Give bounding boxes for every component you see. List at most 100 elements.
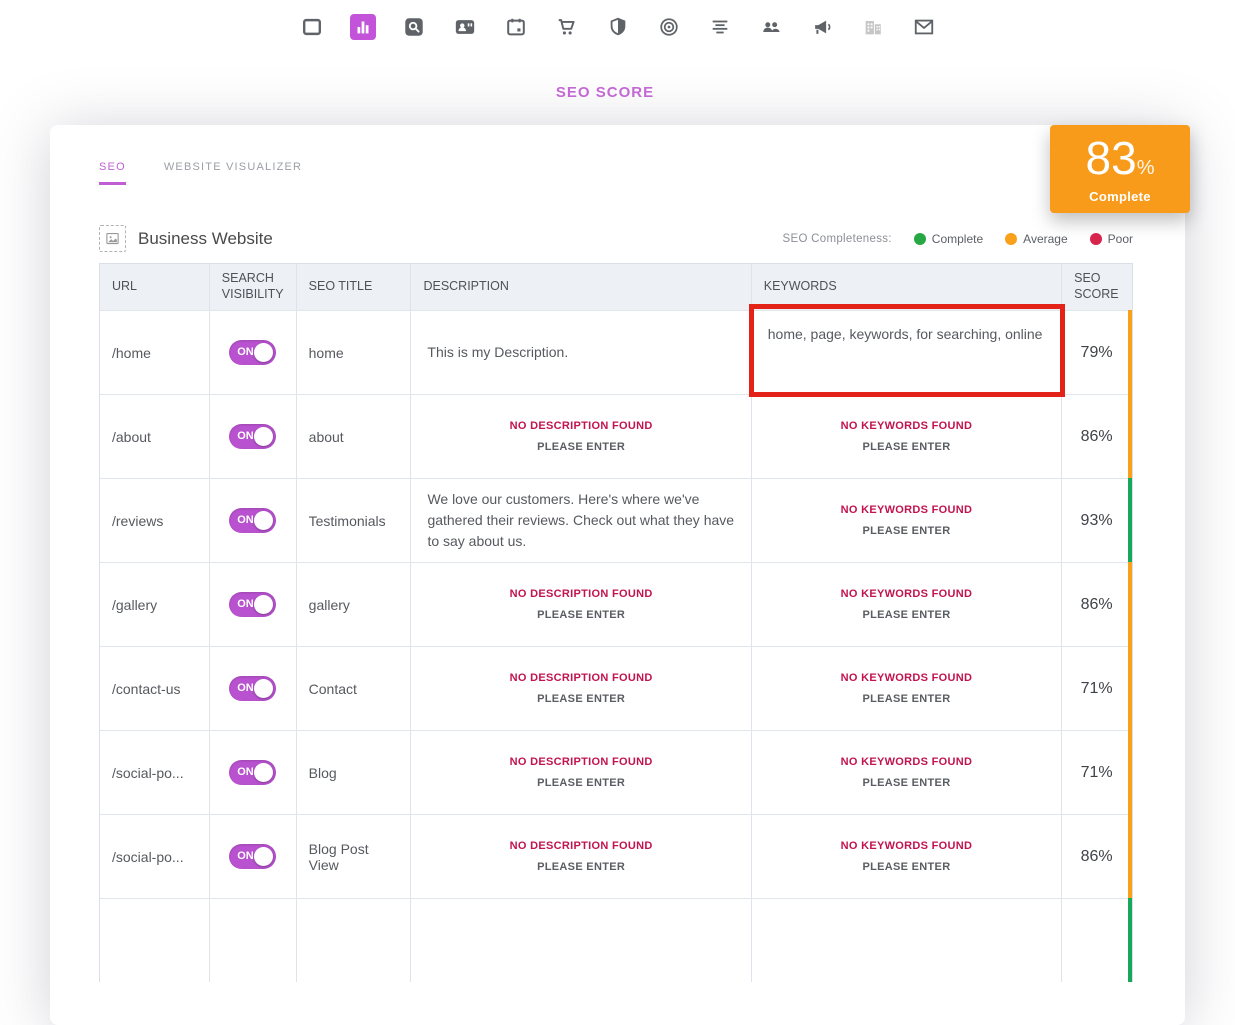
building-icon[interactable]	[860, 14, 886, 40]
marketing-megaphone-icon[interactable]	[809, 14, 835, 40]
visibility-toggle[interactable]: ON	[229, 844, 277, 869]
seo-score-cell: 86%	[1062, 815, 1133, 898]
seo-title-cell[interactable]: Blog	[297, 731, 412, 814]
security-shield-icon[interactable]	[605, 14, 631, 40]
badge-label: Complete	[1089, 189, 1151, 204]
tab-seo[interactable]: SEO	[99, 161, 126, 185]
table-row: /about ON about NO DESCRIPTION FOUND PLE…	[100, 394, 1133, 478]
seo-title-cell[interactable]: gallery	[297, 563, 412, 646]
toggle-knob	[254, 595, 274, 614]
legend-item-complete: Complete	[913, 232, 983, 246]
seo-title-cell[interactable]: Testimonials	[297, 479, 412, 562]
card-tabs: SEO WEBSITE VISUALIZER	[99, 161, 302, 185]
score-color-bar	[1128, 898, 1132, 982]
header-visibility: SEARCH VISIBILITY	[210, 264, 297, 310]
table-row: /gallery ON gallery NO DESCRIPTION FOUND…	[100, 562, 1133, 646]
visibility-toggle[interactable]: ON	[229, 760, 277, 785]
analytics-icon[interactable]	[349, 14, 376, 40]
site-title: Business Website	[138, 228, 273, 248]
score-color-bar	[1128, 814, 1132, 898]
seo-card: 83% Complete SEO WEBSITE VISUALIZER Busi…	[50, 125, 1190, 1025]
legend-caption: SEO Completeness:	[782, 232, 892, 245]
calendar-icon[interactable]	[503, 14, 529, 40]
seo-score-cell: 86%	[1062, 395, 1133, 478]
description-cell-empty[interactable]: NO DESCRIPTION FOUND PLEASE ENTER	[411, 395, 752, 478]
score-color-bar	[1128, 646, 1132, 730]
seo-title-cell[interactable]: home	[297, 311, 412, 394]
average-dot	[1005, 232, 1018, 245]
seo-title-cell[interactable]: Contact	[297, 647, 412, 730]
description-cell-empty[interactable]: NO DESCRIPTION FOUND PLEASE ENTER	[411, 731, 752, 814]
visibility-toggle[interactable]: ON	[229, 424, 277, 449]
store-cart-icon[interactable]	[554, 14, 580, 40]
visibility-cell: ON	[210, 563, 297, 646]
toggle-knob	[254, 679, 274, 698]
site-name: Business Website	[99, 225, 273, 252]
seo-score-cell: 71%	[1062, 647, 1133, 730]
site-thumbnail-icon	[99, 225, 126, 252]
visibility-toggle[interactable]: ON	[229, 340, 277, 365]
description-cell[interactable]	[411, 899, 752, 982]
table-row: /home ON home This is my Description. ho…	[100, 310, 1132, 394]
visibility-toggle[interactable]: ON	[229, 508, 277, 533]
tab-website-visualizer[interactable]: WEBSITE VISUALIZER	[164, 161, 302, 185]
completeness-badge: 83% Complete	[1050, 125, 1190, 213]
seo-search-icon[interactable]	[401, 14, 427, 40]
seo-title-cell[interactable]: Blog Post View	[297, 815, 412, 898]
url-cell: /gallery	[100, 563, 210, 646]
keywords-cell[interactable]: home, page, keywords, for searching, onl…	[752, 311, 1063, 394]
url-cell	[100, 899, 210, 982]
score-color-bar	[1128, 730, 1132, 814]
table-row: /contact-us ON Contact NO DESCRIPTION FO…	[100, 646, 1133, 730]
table-row	[100, 898, 1133, 982]
toggle-knob	[254, 763, 274, 782]
poor-dot	[1089, 232, 1102, 245]
keywords-cell-empty[interactable]: NO KEYWORDS FOUND PLEASE ENTER	[752, 815, 1063, 898]
keywords-cell-empty[interactable]: NO KEYWORDS FOUND PLEASE ENTER	[752, 563, 1063, 646]
keywords-cell-empty[interactable]: NO KEYWORDS FOUND PLEASE ENTER	[752, 647, 1063, 730]
url-cell: /reviews	[100, 479, 210, 562]
legend-item-poor: Poor	[1089, 232, 1133, 246]
table-header: URL SEARCH VISIBILITY SEO TITLE DESCRIPT…	[100, 264, 1132, 310]
visibility-toggle[interactable]: ON	[229, 592, 277, 617]
keywords-cell-empty[interactable]: NO KEYWORDS FOUND PLEASE ENTER	[752, 395, 1063, 478]
email-icon[interactable]	[911, 14, 937, 40]
website-icon[interactable]	[299, 14, 325, 40]
content-lines-icon[interactable]	[707, 14, 733, 40]
legend-item-average: Average	[1005, 232, 1068, 246]
keywords-cell-empty[interactable]: NO KEYWORDS FOUND PLEASE ENTER	[752, 479, 1063, 562]
header-url: URL	[100, 264, 210, 310]
goals-target-icon[interactable]	[656, 14, 682, 40]
description-cell[interactable]: We love our customers. Here's where we'v…	[411, 479, 752, 562]
table-row: /social-po... ON Blog Post View NO DESCR…	[100, 814, 1133, 898]
seo-title-cell[interactable]	[297, 899, 412, 982]
description-cell-empty[interactable]: NO DESCRIPTION FOUND PLEASE ENTER	[411, 647, 752, 730]
toggle-knob	[254, 343, 274, 362]
score-color-bar	[1128, 478, 1132, 562]
app-toolbar	[0, 14, 1235, 40]
keywords-cell-empty[interactable]: NO KEYWORDS FOUND PLEASE ENTER	[752, 731, 1063, 814]
team-icon[interactable]	[758, 14, 784, 40]
table-row: /social-po... ON Blog NO DESCRIPTION FOU…	[100, 730, 1133, 814]
score-color-bar	[1128, 562, 1132, 646]
url-cell: /social-po...	[100, 815, 210, 898]
visibility-toggle[interactable]: ON	[229, 676, 277, 701]
keywords-cell[interactable]	[752, 899, 1063, 982]
url-cell: /social-po...	[100, 731, 210, 814]
description-cell-empty[interactable]: NO DESCRIPTION FOUND PLEASE ENTER	[411, 563, 752, 646]
visibility-cell	[210, 899, 297, 982]
seo-table: URL SEARCH VISIBILITY SEO TITLE DESCRIPT…	[99, 263, 1133, 982]
header-description: DESCRIPTION	[411, 264, 752, 310]
url-cell: /home	[100, 311, 210, 394]
visibility-cell: ON	[210, 647, 297, 730]
complete-dot	[913, 232, 926, 245]
contacts-icon[interactable]	[452, 14, 478, 40]
visibility-cell: ON	[210, 311, 297, 394]
seo-title-cell[interactable]: about	[297, 395, 412, 478]
seo-score-cell: 86%	[1062, 563, 1133, 646]
badge-score: 83%	[1085, 132, 1155, 184]
description-cell[interactable]: This is my Description.	[411, 311, 752, 394]
page-title: SEO SCORE	[555, 84, 655, 101]
seo-score-cell: 71%	[1062, 731, 1133, 814]
description-cell-empty[interactable]: NO DESCRIPTION FOUND PLEASE ENTER	[411, 815, 752, 898]
